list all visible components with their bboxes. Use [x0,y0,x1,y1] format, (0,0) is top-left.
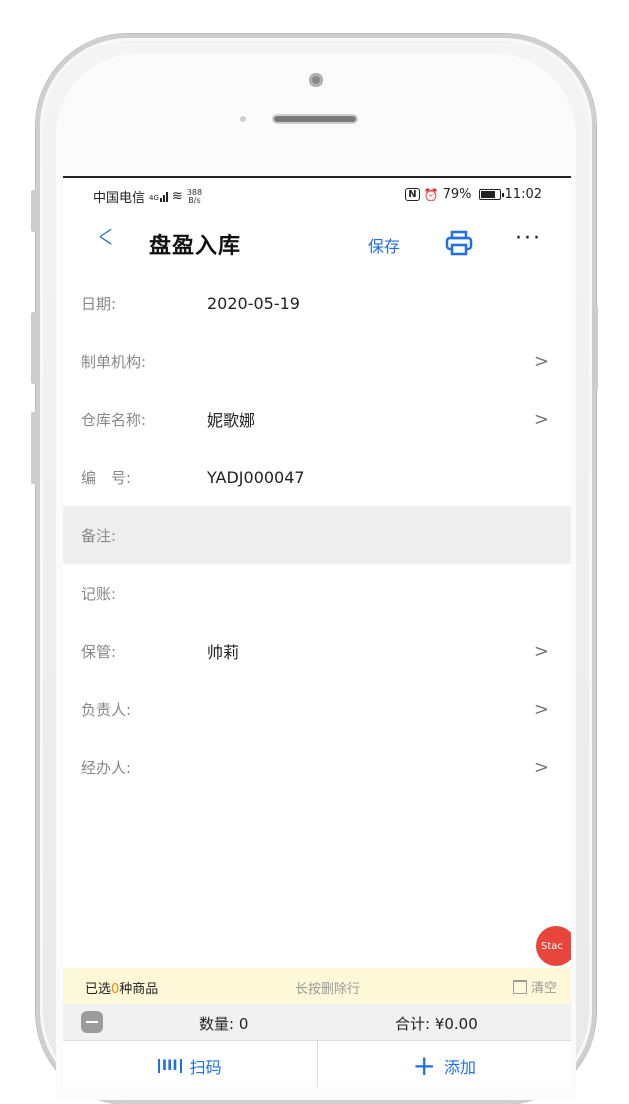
battery-percent: 79% [442,187,472,202]
minus-icon [86,1021,98,1023]
wifi-icon: ≋ [171,189,183,204]
row-value: 妮歌娜 [207,411,256,430]
delete-hint: 长按删除行 [295,982,361,997]
form-row-number: 编 号: YADJ000047 [63,448,571,506]
row-value: 2020-05-19 [207,293,300,313]
print-icon[interactable] [445,230,473,256]
proximity-sensor [240,116,246,122]
row-label: 负责人: [81,700,132,719]
form-row-date[interactable]: 日期: 2020-05-19 [63,274,571,332]
scan-label: 扫码 [189,1057,222,1077]
row-label: 保管: [81,642,117,661]
row-value: YADJ000047 [207,467,305,487]
nfc-icon: N [405,188,420,201]
summary-bar: 数量: 0 合计: ¥0.00 [63,1004,571,1040]
status-bar: 中国电信 4G ≋ 388 B/s N ⏰ 79% 11:02 [63,178,571,212]
trash-icon [512,979,527,994]
earpiece-speaker [272,114,358,124]
row-label: 仓库名称: [81,410,147,429]
form-row-responsible[interactable]: 负责人: > [63,680,571,738]
row-label: 日期: [81,294,117,313]
form-list: 日期: 2020-05-19 制单机构: > 仓库名称: 妮歌娜 > 编 号: … [63,274,571,796]
chevron-right-icon: > [533,640,549,662]
collapse-minus-button[interactable] [81,1011,103,1033]
selection-bar: 已选0种商品 长按删除行 清空 [63,968,571,1004]
row-label: 经办人: [81,758,132,777]
action-bar: III 扫码 + 添加 [63,1040,571,1087]
alarm-icon: ⏰ [423,187,439,202]
battery-fill [480,191,495,198]
volume-down-button [31,412,37,484]
nav-bar: < 盘盈入库 保存 ··· [63,212,571,272]
more-menu-button[interactable]: ··· [515,226,542,251]
clear-button[interactable]: 清空 [512,977,557,996]
form-row-warehouse[interactable]: 仓库名称: 妮歌娜 > [63,390,571,448]
chevron-right-icon: > [533,756,549,778]
form-row-bookkeeping[interactable]: 记账: [63,564,571,622]
network-type-label: 4G [149,193,159,202]
chevron-right-icon: > [533,350,549,372]
add-button[interactable]: + 添加 [318,1041,572,1087]
row-value: 帅莉 [207,643,240,662]
row-label: 编 号: [81,468,132,487]
back-button[interactable]: < [98,220,113,254]
form-row-custodian[interactable]: 保管: 帅莉 > [63,622,571,680]
selected-count: 已选0种商品 [85,978,158,997]
selected-prefix: 已选 [85,982,112,997]
clock: 11:02 [504,187,542,202]
battery-icon [478,189,504,200]
clear-label: 清空 [530,981,557,996]
chevron-right-icon: > [533,408,549,430]
floating-stack-button[interactable]: Stac [536,926,571,966]
quantity-label: 数量: 0 [199,1015,249,1033]
power-button [592,305,598,391]
net-speed: 388 B/s [187,188,202,205]
total-label: 合计: ¥0.00 [395,1015,478,1033]
plus-icon: + [412,1048,436,1082]
signal-icon: 4G [149,191,168,202]
row-label: 记账: [81,584,117,603]
save-button[interactable]: 保存 [368,233,400,257]
front-camera [309,73,323,87]
chevron-right-icon: > [533,698,549,720]
form-row-handler[interactable]: 经办人: > [63,738,571,796]
status-right: N ⏰ 79% 11:02 [405,187,542,202]
barcode-scan-icon: III [157,1058,182,1073]
form-row-remark[interactable]: 备注: [63,506,571,564]
page-title: 盘盈入库 [149,234,242,259]
row-label: 制单机构: [81,352,147,371]
selected-suffix: 种商品 [119,982,159,997]
volume-up-button [31,312,37,384]
scan-button[interactable]: III 扫码 [63,1041,318,1087]
net-speed-unit: B/s [188,195,201,205]
row-label: 备注: [81,526,117,545]
add-label: 添加 [443,1057,476,1077]
carrier-label: 中国电信 [93,191,146,206]
status-left: 中国电信 4G ≋ 388 B/s [93,187,202,206]
mute-switch [31,190,37,232]
form-row-org[interactable]: 制单机构: > [63,332,571,390]
app-screen: 中国电信 4G ≋ 388 B/s N ⏰ 79% 11:02 < 盘盈入库 保… [63,176,571,1087]
